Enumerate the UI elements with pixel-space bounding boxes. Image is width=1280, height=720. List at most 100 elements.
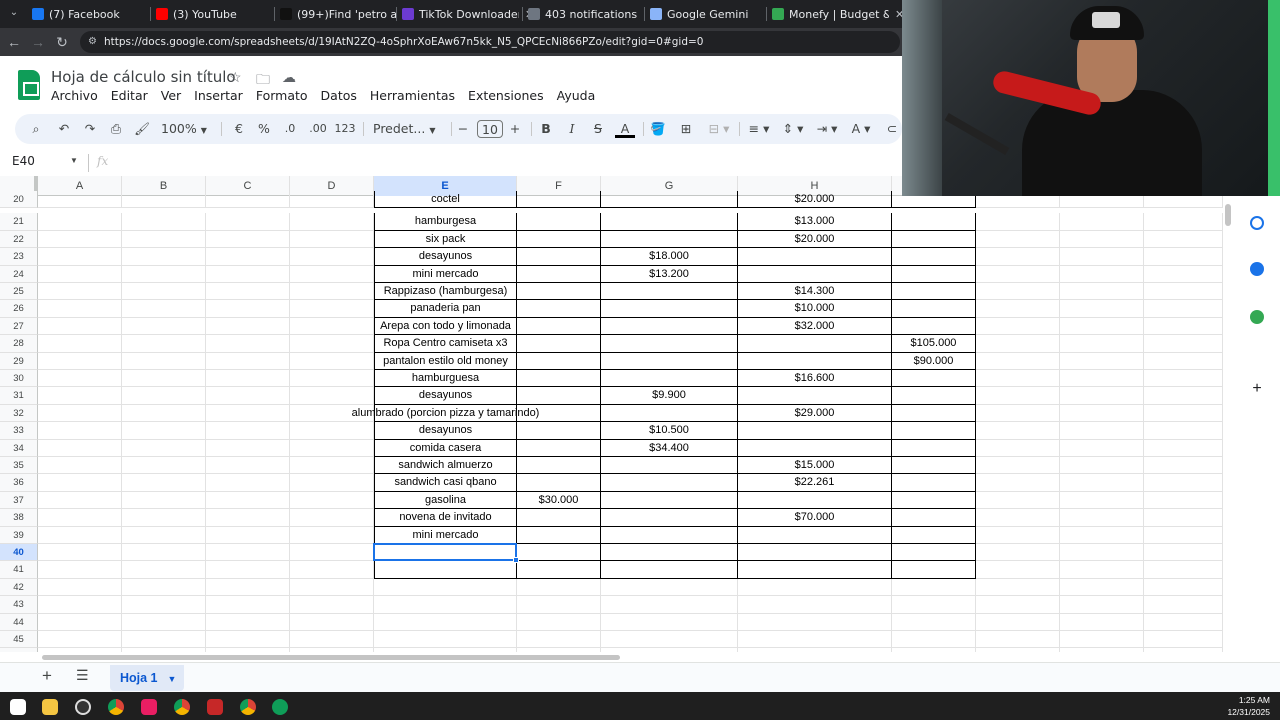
- spreadsheet-grid[interactable]: ABCDEFGHIJKLM 20coctel$20.00021hamburges…: [0, 176, 1235, 652]
- row-header[interactable]: 38: [0, 509, 38, 527]
- cell-b[interactable]: [122, 491, 206, 510]
- obs-icon[interactable]: [75, 699, 91, 715]
- cell-f[interactable]: [517, 230, 601, 249]
- cell-g[interactable]: [601, 230, 738, 249]
- cell-i[interactable]: [892, 491, 976, 510]
- cell-e[interactable]: [374, 561, 517, 579]
- row-header[interactable]: 43: [0, 596, 38, 614]
- cell-k[interactable]: [1060, 387, 1144, 405]
- cell-d[interactable]: [290, 352, 374, 370]
- cell-h[interactable]: [738, 387, 892, 405]
- cell-j[interactable]: [976, 561, 1060, 579]
- cell-a[interactable]: [38, 578, 122, 597]
- cell-e[interactable]: gasolina: [374, 491, 517, 510]
- cell-a[interactable]: [38, 509, 122, 527]
- cell-h[interactable]: [738, 335, 892, 353]
- cell-i[interactable]: [892, 631, 976, 649]
- cell-b[interactable]: [122, 422, 206, 440]
- cell-l[interactable]: [1144, 370, 1223, 388]
- cell-j[interactable]: [976, 283, 1060, 301]
- cell-j[interactable]: [976, 335, 1060, 353]
- cell-g[interactable]: [601, 596, 738, 614]
- row-header[interactable]: 45: [0, 631, 38, 649]
- cell-a[interactable]: [38, 317, 122, 336]
- text-rotation-icon[interactable]: A ▾: [847, 120, 875, 138]
- vertical-align-icon[interactable]: ⇕ ▾: [779, 120, 807, 138]
- cell-j[interactable]: [976, 213, 1060, 231]
- cell-f[interactable]: [517, 265, 601, 283]
- cell-i[interactable]: [892, 213, 976, 231]
- cell-h[interactable]: [738, 248, 892, 266]
- cell-l[interactable]: [1144, 352, 1223, 370]
- cell-g[interactable]: [601, 561, 738, 579]
- bold-button[interactable]: B: [537, 120, 555, 138]
- cell-i[interactable]: [892, 248, 976, 266]
- cell-a[interactable]: [38, 335, 122, 353]
- cell-b[interactable]: [122, 457, 206, 475]
- cell-d[interactable]: [290, 561, 374, 579]
- document-title[interactable]: Hoja de cálculo sin título: [51, 68, 236, 86]
- cell-l[interactable]: [1144, 613, 1223, 631]
- cell-f[interactable]: [517, 474, 601, 492]
- cell-b[interactable]: [122, 631, 206, 649]
- cell-h[interactable]: $29.000: [738, 404, 892, 423]
- cell-b[interactable]: [122, 613, 206, 631]
- cell-f[interactable]: [517, 335, 601, 353]
- cell-a[interactable]: [38, 544, 122, 562]
- cell-b[interactable]: [122, 544, 206, 562]
- cell-i[interactable]: [892, 544, 976, 562]
- forward-icon[interactable]: →: [28, 32, 48, 52]
- cell-k[interactable]: [1060, 491, 1144, 510]
- cell-h[interactable]: $16.600: [738, 370, 892, 388]
- search-menus-icon[interactable]: ⌕: [27, 120, 45, 138]
- cell-g[interactable]: [601, 335, 738, 353]
- cell-c[interactable]: [206, 457, 290, 475]
- cell-h[interactable]: $20.000: [738, 191, 892, 209]
- cell-g[interactable]: $13.200: [601, 265, 738, 283]
- cell-c[interactable]: [206, 578, 290, 597]
- row-header[interactable]: 46: [0, 648, 38, 652]
- cell-b[interactable]: [122, 283, 206, 301]
- print-icon[interactable]: ⎙: [107, 120, 125, 138]
- browser-tab[interactable]: (3) YouTube✕: [156, 2, 288, 26]
- cell-c[interactable]: [206, 300, 290, 318]
- menu-item[interactable]: Archivo: [51, 88, 98, 106]
- cell-j[interactable]: [976, 387, 1060, 405]
- cell-c[interactable]: [206, 317, 290, 336]
- cell-e[interactable]: desayunos: [374, 387, 517, 405]
- cell-a[interactable]: [38, 352, 122, 370]
- vertical-scrollbar[interactable]: [1223, 196, 1235, 652]
- cell-i[interactable]: [892, 509, 976, 527]
- cell-i[interactable]: [892, 317, 976, 336]
- increase-decimals-button[interactable]: .00: [305, 120, 331, 138]
- cell-f[interactable]: [517, 317, 601, 336]
- horizontal-scrollbar-thumb[interactable]: [42, 655, 620, 660]
- cell-d[interactable]: [290, 596, 374, 614]
- row-header[interactable]: 37: [0, 491, 38, 510]
- cell-e[interactable]: pantalon estilo old money: [374, 352, 517, 370]
- cell-k[interactable]: [1060, 509, 1144, 527]
- cell-h[interactable]: $13.000: [738, 213, 892, 231]
- cell-d[interactable]: [290, 265, 374, 283]
- cell-g[interactable]: [601, 317, 738, 336]
- cell-a[interactable]: [38, 248, 122, 266]
- menu-item[interactable]: Extensiones: [468, 88, 544, 106]
- cell-l[interactable]: [1144, 544, 1223, 562]
- zoom-select[interactable]: 100% ▼: [161, 120, 215, 138]
- menu-item[interactable]: Ayuda: [557, 88, 596, 106]
- cell-i[interactable]: [892, 578, 976, 597]
- cell-j[interactable]: [976, 317, 1060, 336]
- cell-j[interactable]: [976, 352, 1060, 370]
- cell-l[interactable]: [1144, 335, 1223, 353]
- cell-a[interactable]: [38, 404, 122, 423]
- cell-d[interactable]: [290, 230, 374, 249]
- cell-c[interactable]: [206, 248, 290, 266]
- browser-tab[interactable]: TikTok Downloader✕: [402, 2, 534, 26]
- cell-d[interactable]: [290, 631, 374, 649]
- cell-b[interactable]: [122, 561, 206, 579]
- cell-g[interactable]: [601, 370, 738, 388]
- cell-b[interactable]: [122, 509, 206, 527]
- cell-a[interactable]: [38, 230, 122, 249]
- row-header[interactable]: 28: [0, 335, 38, 353]
- row-header[interactable]: 33: [0, 422, 38, 440]
